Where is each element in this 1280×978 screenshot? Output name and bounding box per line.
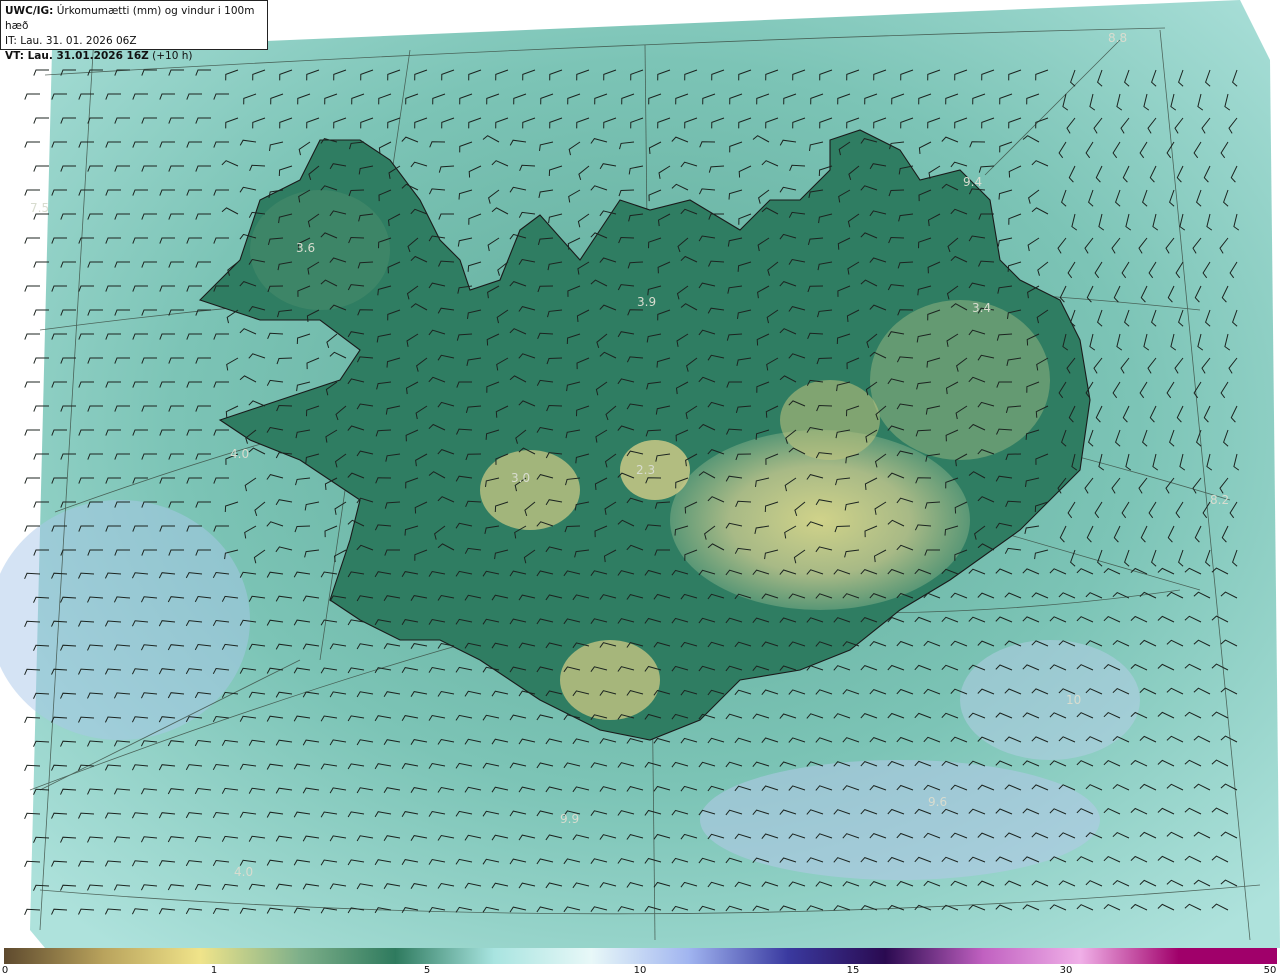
colorbar-segment [4, 948, 103, 964]
lead-time: (+10 h) [148, 50, 193, 62]
colorbar-segment [101, 948, 201, 964]
colorbar-segment [199, 948, 299, 964]
colorbar-segment [982, 948, 1082, 964]
map-label: 3.0 [511, 471, 530, 485]
map-label: 3.4 [972, 301, 991, 315]
initial-time: IT: Lau. 31. 01. 2026 06Z [5, 35, 137, 47]
map-label: 3.6 [296, 241, 315, 255]
colorbar-segment [493, 948, 593, 964]
map-label: 8.2 [1210, 493, 1229, 507]
colorbar-segment [297, 948, 397, 964]
colorbar-tick: 15 [846, 965, 860, 976]
map-label: 9.6 [928, 795, 947, 809]
colorbar-segment [1080, 948, 1180, 964]
title-line-1: UWC/IG: Úrkomumætti (mm) og vindur i 100… [5, 4, 263, 34]
map-label: 10 [1066, 693, 1081, 707]
colorbar-segment [591, 948, 690, 964]
colorbar-tick: 5 [423, 965, 431, 976]
colorbar: 0 1 5 10 15 30 50 [0, 948, 1280, 978]
map-label: 4.0 [234, 865, 253, 879]
map-label: 2.3 [636, 463, 655, 477]
map-title-box: UWC/IG: Úrkomumætti (mm) og vindur i 100… [0, 0, 268, 62]
colorbar-tick: 1 [210, 965, 218, 976]
title-line-3: VT: Lau. 31.01.2026 16Z (+10 h) [5, 49, 263, 64]
map-label: 7.5 [30, 201, 49, 215]
colorbar-segment [786, 948, 886, 964]
colorbar-segment [395, 948, 495, 964]
colorbar-strip [4, 948, 1277, 964]
colorbar-tick: 30 [1059, 965, 1073, 976]
colorbar-tick: 10 [633, 965, 647, 976]
colorbar-tick: 50 [1263, 965, 1277, 976]
map-label: 9.4 [963, 175, 982, 189]
map-label: 3.9 [637, 295, 656, 309]
map-label: 8.8 [1108, 31, 1127, 45]
map-label: 4.0 [230, 447, 249, 461]
map-label: 9.9 [560, 812, 579, 826]
model-name: UWC/IG: [5, 5, 54, 17]
weather-map: 7.5 3.6 3.9 3.4 4.0 3.0 2.3 9.4 8.8 9.9 … [0, 0, 1280, 948]
colorbar-tick: 0 [1, 965, 9, 976]
colorbar-segment [688, 948, 788, 964]
colorbar-segment [1178, 948, 1277, 964]
valid-time: VT: Lau. 31.01.2026 16Z [5, 50, 149, 62]
colorbar-segment [884, 948, 984, 964]
